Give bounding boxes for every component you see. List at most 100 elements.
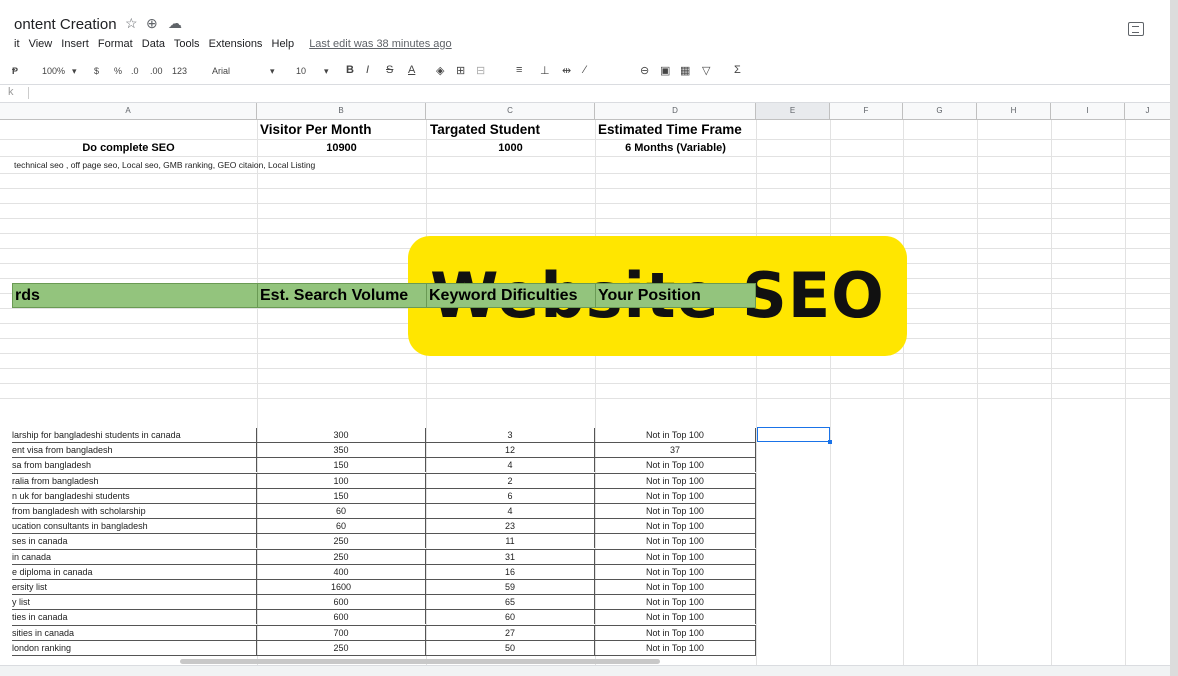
menu-edit[interactable]: it: [14, 38, 20, 50]
difficulty-cell[interactable]: 60: [426, 610, 595, 625]
difficulty-cell[interactable]: 2: [426, 473, 595, 488]
column-header-g[interactable]: G: [903, 103, 977, 119]
volume-cell[interactable]: 60: [257, 504, 426, 518]
insert-chart-icon[interactable]: ▦: [680, 64, 690, 77]
selected-cell[interactable]: [757, 427, 832, 444]
bold-button[interactable]: B: [346, 64, 354, 76]
volume-cell[interactable]: 350: [257, 443, 426, 458]
link-icon[interactable]: ⊖: [640, 64, 649, 77]
keyword-cell[interactable]: london ranking: [12, 640, 257, 655]
volume-cell[interactable]: 400: [257, 564, 426, 579]
strikethrough-button[interactable]: S: [386, 64, 393, 76]
number-format-button[interactable]: 123: [172, 66, 187, 76]
keyword-cell[interactable]: ties in canada: [12, 610, 257, 625]
difficulty-cell[interactable]: 3: [426, 428, 595, 442]
difficulty-cell[interactable]: 4: [426, 458, 595, 473]
keyword-cell[interactable]: sities in canada: [12, 625, 257, 640]
sheet-tabs-bar[interactable]: [0, 665, 1170, 676]
chevron-down-icon[interactable]: ▾: [72, 66, 77, 77]
insert-comment-icon[interactable]: ▣: [660, 64, 670, 77]
volume-cell[interactable]: 1600: [257, 580, 426, 594]
column-header-e[interactable]: E: [756, 103, 830, 119]
seo-scope-note[interactable]: technical seo , off page seo, Local seo,…: [14, 160, 315, 170]
position-cell[interactable]: Not in Top 100: [595, 473, 756, 488]
formula-bar[interactable]: k: [0, 84, 1170, 103]
menu-extensions[interactable]: Extensions: [209, 38, 263, 50]
difficulty-cell[interactable]: 27: [426, 625, 595, 640]
keyword-cell[interactable]: n uk for bangladeshi students: [12, 488, 257, 503]
menu-format[interactable]: Format: [98, 38, 133, 50]
header-students[interactable]: Targated Student: [430, 122, 540, 137]
position-cell[interactable]: Not in Top 100: [595, 595, 756, 610]
keyword-cell[interactable]: sa from bangladesh: [12, 458, 257, 473]
volume-cell[interactable]: 600: [257, 595, 426, 610]
header-keyword-difficulty[interactable]: Keyword Dificulties: [427, 284, 596, 307]
position-cell[interactable]: Not in Top 100: [595, 640, 756, 655]
chevron-down-icon[interactable]: ▾: [270, 66, 275, 77]
difficulty-cell[interactable]: 59: [426, 580, 595, 594]
currency-button[interactable]: $: [94, 66, 99, 76]
menu-help[interactable]: Help: [272, 38, 295, 50]
column-header-j[interactable]: J: [1125, 103, 1170, 119]
keyword-cell[interactable]: ucation consultants in bangladesh: [12, 519, 257, 534]
visitors-cell[interactable]: 10900: [257, 142, 426, 154]
column-header-h[interactable]: H: [977, 103, 1051, 119]
keyword-cell[interactable]: in canada: [12, 549, 257, 564]
volume-cell[interactable]: 600: [257, 610, 426, 625]
timeframe-cell[interactable]: 6 Months (Variable): [595, 142, 756, 154]
last-edit-link[interactable]: Last edit was 38 minutes ago: [309, 38, 451, 50]
volume-cell[interactable]: 100: [257, 473, 426, 488]
column-header-i[interactable]: I: [1051, 103, 1125, 119]
header-search-volume[interactable]: Est. Search Volume: [258, 284, 427, 307]
volume-cell[interactable]: 250: [257, 534, 426, 549]
position-cell[interactable]: Not in Top 100: [595, 458, 756, 473]
filter-icon[interactable]: ▽: [702, 64, 710, 77]
volume-cell[interactable]: 150: [257, 488, 426, 503]
difficulty-cell[interactable]: 31: [426, 549, 595, 564]
scrollbar-thumb[interactable]: [180, 659, 660, 664]
difficulty-cell[interactable]: 50: [426, 640, 595, 655]
borders-icon[interactable]: ⊞: [456, 64, 465, 77]
keyword-cell[interactable]: e diploma in canada: [12, 564, 257, 579]
position-cell[interactable]: Not in Top 100: [595, 549, 756, 564]
column-header-c[interactable]: C: [426, 103, 595, 119]
column-header-b[interactable]: B: [257, 103, 426, 119]
position-cell[interactable]: 37: [595, 443, 756, 458]
function-button[interactable]: Σ: [734, 64, 741, 76]
document-title[interactable]: ontent Creation: [14, 16, 117, 33]
position-cell[interactable]: Not in Top 100: [595, 610, 756, 625]
difficulty-cell[interactable]: 6: [426, 488, 595, 503]
position-cell[interactable]: Not in Top 100: [595, 534, 756, 549]
keyword-cell[interactable]: ses in canada: [12, 534, 257, 549]
percent-button[interactable]: %: [114, 66, 122, 76]
volume-cell[interactable]: 250: [257, 549, 426, 564]
position-cell[interactable]: Not in Top 100: [595, 519, 756, 534]
keyword-cell[interactable]: ent visa from bangladesh: [12, 443, 257, 458]
menu-tools[interactable]: Tools: [174, 38, 200, 50]
position-cell[interactable]: Not in Top 100: [595, 504, 756, 518]
header-your-position[interactable]: Your Position: [596, 284, 755, 307]
students-cell[interactable]: 1000: [426, 142, 595, 154]
position-cell[interactable]: Not in Top 100: [595, 428, 756, 442]
zoom-select[interactable]: 100%: [42, 66, 65, 76]
header-timeframe[interactable]: Estimated Time Frame: [598, 122, 742, 137]
header-keywords[interactable]: rds: [13, 284, 258, 307]
volume-cell[interactable]: 150: [257, 458, 426, 473]
keyword-cell[interactable]: larship for bangladeshi students in cana…: [12, 428, 257, 442]
valign-icon[interactable]: ⊥: [540, 64, 550, 77]
increase-decimal-button[interactable]: .00: [150, 66, 163, 76]
position-cell[interactable]: Not in Top 100: [595, 580, 756, 594]
column-header-d[interactable]: D: [595, 103, 756, 119]
merge-cells-icon[interactable]: ⊟: [476, 64, 485, 77]
star-icon[interactable]: ☆: [125, 15, 138, 32]
cloud-status-icon[interactable]: ☁: [168, 15, 182, 32]
keyword-cell[interactable]: ersity list: [12, 580, 257, 594]
volume-cell[interactable]: 300: [257, 428, 426, 442]
position-cell[interactable]: Not in Top 100: [595, 488, 756, 503]
volume-cell[interactable]: 700: [257, 625, 426, 640]
text-wrap-icon[interactable]: ⇹: [562, 64, 571, 77]
difficulty-cell[interactable]: 23: [426, 519, 595, 534]
menu-insert[interactable]: Insert: [61, 38, 89, 50]
volume-cell[interactable]: 250: [257, 640, 426, 655]
comment-icon[interactable]: [1128, 22, 1144, 36]
